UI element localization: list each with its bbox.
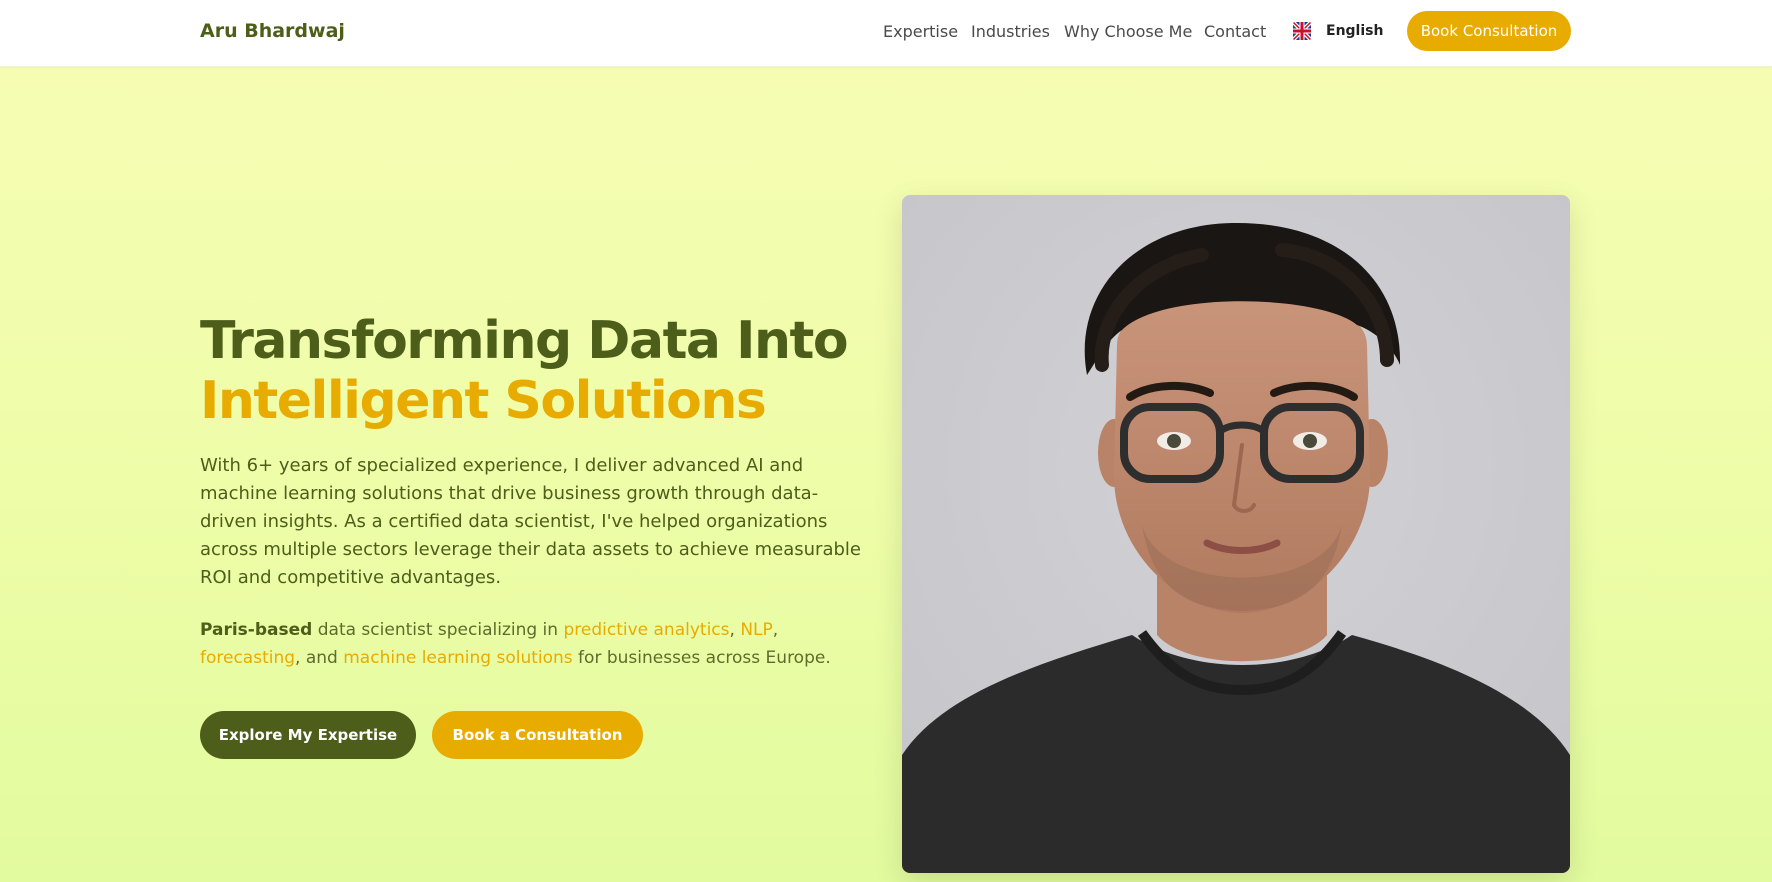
sub-sep-2: , (772, 620, 779, 640)
skill-forecasting: forecasting (200, 648, 296, 668)
profile-portrait-image (902, 195, 1570, 873)
book-consultation-nav-button[interactable]: Book Consultation (1407, 11, 1571, 51)
uk-flag-icon (1293, 22, 1311, 40)
hero-title-line2: Intelligent Solutions (200, 371, 767, 431)
book-consultation-button[interactable]: Book a Consultation (432, 711, 643, 759)
sub-text-2: for businesses across Europe. (572, 648, 831, 668)
explore-expertise-button[interactable]: Explore My Expertise (200, 711, 416, 759)
top-navbar: Aru Bhardwaj Expertise Industries Why Ch… (0, 0, 1772, 67)
nav-link-contact[interactable]: Contact (1204, 22, 1266, 41)
sub-sep-3: , and (295, 648, 344, 668)
skill-predictive-analytics: predictive analytics (563, 620, 730, 640)
hero-subtext: Paris-based data scientist specializing … (200, 616, 870, 672)
sub-sep-1: , (729, 620, 741, 640)
skill-machine-learning-solutions: machine learning solutions (343, 648, 573, 668)
nav-link-industries[interactable]: Industries (971, 22, 1050, 41)
skill-nlp: NLP (740, 620, 773, 640)
brand-logo-text[interactable]: Aru Bhardwaj (200, 20, 345, 42)
nav-link-why-choose-me[interactable]: Why Choose Me (1064, 22, 1192, 41)
location-text: Paris-based (200, 620, 313, 640)
sub-text-1: data scientist specializing in (312, 620, 564, 640)
hero-description: With 6+ years of specialized experience,… (200, 455, 861, 588)
hero-title-line1: Transforming Data Into (200, 311, 849, 371)
language-label: English (1326, 23, 1384, 39)
hero-title: Transforming Data Into Intelligent Solut… (200, 311, 900, 431)
nav-link-expertise[interactable]: Expertise (883, 22, 958, 41)
